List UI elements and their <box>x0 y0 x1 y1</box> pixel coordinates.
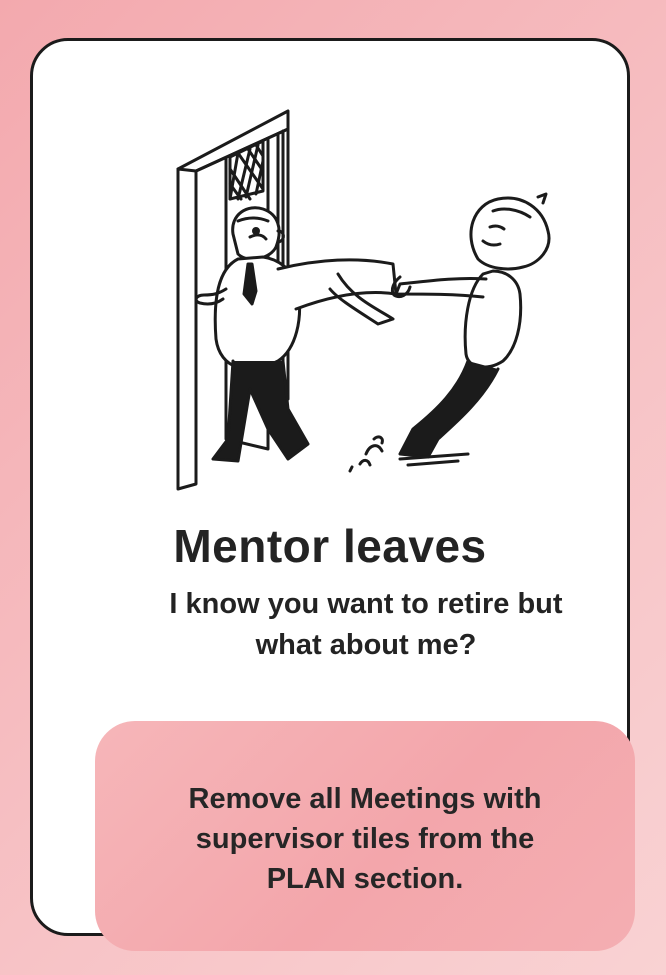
effect-line-2: supervisor tiles from the <box>195 823 535 855</box>
subtitle-line-2: what about me? <box>255 629 477 661</box>
mentor-leaving-illustration <box>176 109 551 491</box>
card-title: Mentor leaves <box>173 520 487 572</box>
card-subtitle: I know you want to retire but what about… <box>93 584 639 666</box>
effect-line-3: PLAN section. <box>266 863 464 895</box>
event-card: Mentor leaves I know you want to retire … <box>30 38 635 951</box>
student-figure <box>348 192 551 473</box>
effect-box: Remove all Meetings with supervisor tile… <box>95 721 635 951</box>
effect-line-1: Remove all Meetings with <box>188 783 542 815</box>
effect-text: Remove all Meetings with supervisor tile… <box>95 779 635 899</box>
subtitle-line-1: I know you want to retire but <box>169 588 563 620</box>
